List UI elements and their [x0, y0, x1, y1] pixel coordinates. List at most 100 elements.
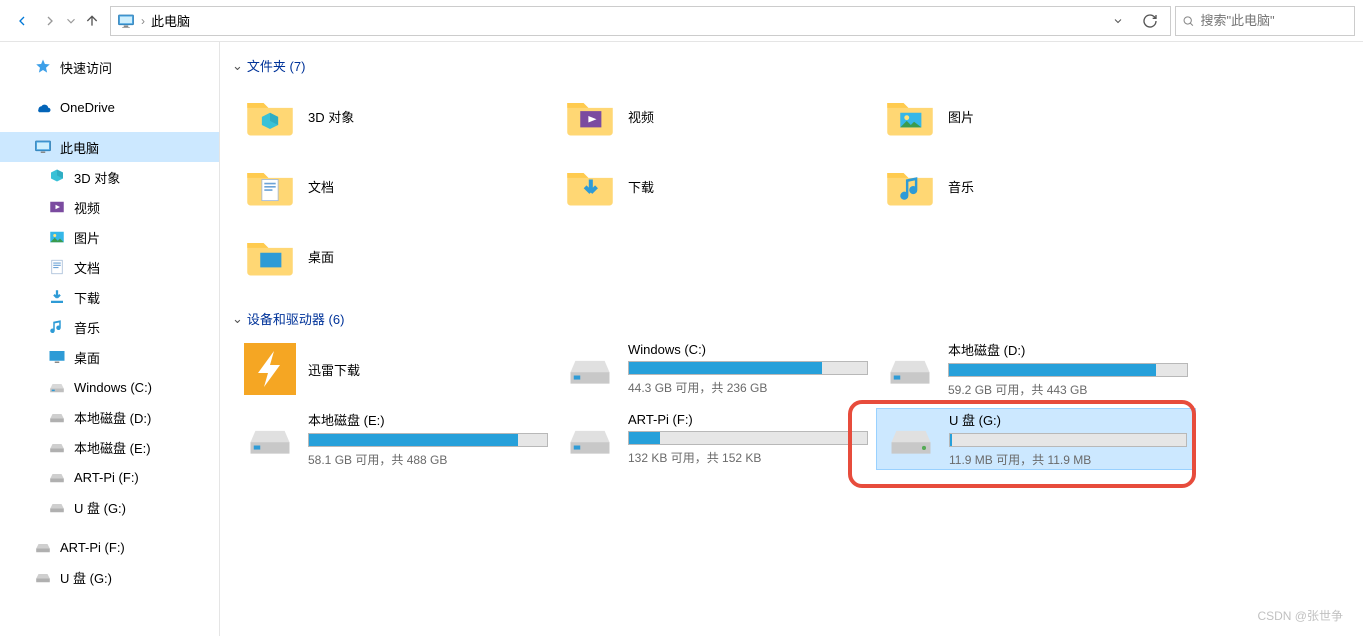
sidebar-item[interactable]: OneDrive	[0, 92, 219, 122]
sidebar-item[interactable]: 图片	[0, 222, 219, 252]
sidebar-item[interactable]: 3D 对象	[0, 162, 219, 192]
sidebar-item[interactable]: U 盘 (G:)	[0, 562, 219, 592]
cube-icon	[244, 90, 296, 142]
sidebar-item[interactable]: 桌面	[0, 342, 219, 372]
drive-item[interactable]: Windows (C:) 44.3 GB 可用，共 236 GB	[556, 338, 876, 400]
section-header-folders[interactable]: ⌄ 文件夹 (7)	[220, 50, 1363, 81]
disk-icon	[48, 378, 66, 396]
sidebar-item[interactable]: 快速访问	[0, 52, 219, 82]
sidebar-item-label: ART-Pi (F:)	[74, 470, 139, 485]
drive-name: 迅雷下载	[308, 360, 548, 379]
drive-item[interactable]: 本地磁盘 (E:) 58.1 GB 可用，共 488 GB	[236, 408, 556, 470]
drive-stats: 59.2 GB 可用，共 443 GB	[948, 381, 1188, 398]
drive-capacity-bar	[949, 433, 1187, 447]
refresh-button[interactable]	[1136, 7, 1164, 35]
folder-item[interactable]: 桌面	[236, 225, 556, 287]
section-title: 文件夹 (7)	[247, 56, 306, 75]
address-dropdown-button[interactable]	[1104, 7, 1132, 35]
sidebar-item[interactable]: 本地磁盘 (E:)	[0, 432, 219, 462]
drive-item[interactable]: ART-Pi (F:) 132 KB 可用，共 152 KB	[556, 408, 876, 470]
folder-label: 下载	[628, 177, 654, 196]
nav-forward-button[interactable]	[36, 7, 64, 35]
nav-recent-dropdown[interactable]	[64, 7, 78, 35]
picture-icon	[48, 228, 66, 246]
music-icon	[48, 318, 66, 336]
drive-name: 本地磁盘 (E:)	[308, 410, 548, 429]
sidebar-item-label: 文档	[74, 258, 100, 277]
sidebar-item-label: 桌面	[74, 348, 100, 367]
drive-name: ART-Pi (F:)	[628, 412, 868, 427]
nav-back-button[interactable]	[8, 7, 36, 35]
watermark: CSDN @张世争	[1257, 607, 1343, 624]
sidebar: 快速访问 OneDrive 此电脑 3D 对象视频图片文档下载音乐桌面 Windows …	[0, 42, 220, 636]
sidebar-item[interactable]: 视频	[0, 192, 219, 222]
sidebar-item[interactable]: 文档	[0, 252, 219, 282]
cube-icon	[48, 168, 66, 186]
xunlei-icon	[244, 347, 296, 391]
drive-item[interactable]: U 盘 (G:) 11.9 MB 可用，共 11.9 MB	[876, 408, 1196, 470]
drive-capacity-bar	[628, 431, 868, 445]
drive-capacity-bar	[628, 361, 868, 375]
drive-name: Windows (C:)	[628, 342, 868, 357]
thispc-icon	[117, 12, 135, 30]
hdd-icon	[34, 538, 52, 556]
breadcrumb-location[interactable]: 此电脑	[151, 11, 190, 30]
folder-label: 音乐	[948, 177, 974, 196]
doc-icon	[48, 258, 66, 276]
main-content: ⌄ 文件夹 (7) 3D 对象 视频 图片 文档 下载 音乐 桌面 ⌄ 设备和驱…	[220, 42, 1363, 636]
sidebar-item-label: ART-Pi (F:)	[60, 540, 125, 555]
disk-icon	[564, 417, 616, 461]
search-box[interactable]	[1175, 6, 1355, 36]
hdd-icon	[48, 468, 66, 486]
disk-icon	[244, 417, 296, 461]
search-input[interactable]	[1200, 13, 1348, 28]
folder-item[interactable]: 视频	[556, 85, 876, 147]
toolbar: › 此电脑	[0, 0, 1363, 42]
download-icon	[48, 288, 66, 306]
folder-item[interactable]: 3D 对象	[236, 85, 556, 147]
drive-name: U 盘 (G:)	[949, 410, 1187, 429]
chevron-down-icon: ⌄	[232, 311, 243, 327]
chevron-down-icon: ⌄	[232, 58, 243, 74]
nav-up-button[interactable]	[78, 7, 106, 35]
sidebar-item-label: 下载	[74, 288, 100, 307]
disk-icon	[564, 347, 616, 391]
sidebar-item-label: 此电脑	[60, 138, 99, 157]
drive-stats: 44.3 GB 可用，共 236 GB	[628, 379, 868, 396]
sidebar-item[interactable]: 下载	[0, 282, 219, 312]
star-icon	[34, 58, 52, 76]
sidebar-item-label: U 盘 (G:)	[60, 568, 112, 587]
sidebar-item[interactable]: 本地磁盘 (D:)	[0, 402, 219, 432]
sidebar-item-label: OneDrive	[60, 100, 115, 115]
music-icon	[884, 160, 936, 212]
section-title: 设备和驱动器 (6)	[247, 309, 345, 328]
folder-label: 桌面	[308, 247, 334, 266]
sidebar-item[interactable]: 此电脑	[0, 132, 219, 162]
sidebar-item-label: 本地磁盘 (D:)	[74, 408, 151, 427]
sidebar-item-label: 本地磁盘 (E:)	[74, 438, 151, 457]
sidebar-item[interactable]: 音乐	[0, 312, 219, 342]
sidebar-item[interactable]: ART-Pi (F:)	[0, 532, 219, 562]
folder-item[interactable]: 文档	[236, 155, 556, 217]
drive-item[interactable]: 迅雷下载	[236, 338, 556, 400]
section-header-drives[interactable]: ⌄ 设备和驱动器 (6)	[220, 303, 1363, 334]
address-bar[interactable]: › 此电脑	[110, 6, 1171, 36]
usb-icon	[885, 417, 937, 461]
sidebar-item-label: 视频	[74, 198, 100, 217]
sidebar-item[interactable]: U 盘 (G:)	[0, 492, 219, 522]
hdd-icon	[48, 408, 66, 426]
drive-item[interactable]: 本地磁盘 (D:) 59.2 GB 可用，共 443 GB	[876, 338, 1196, 400]
drive-stats: 58.1 GB 可用，共 488 GB	[308, 451, 548, 468]
desktop-icon	[48, 348, 66, 366]
folder-item[interactable]: 音乐	[876, 155, 1196, 217]
sidebar-item[interactable]: Windows (C:)	[0, 372, 219, 402]
drive-stats: 11.9 MB 可用，共 11.9 MB	[949, 451, 1187, 468]
drive-stats: 132 KB 可用，共 152 KB	[628, 449, 868, 466]
folder-item[interactable]: 图片	[876, 85, 1196, 147]
folder-item[interactable]: 下载	[556, 155, 876, 217]
hdd-icon	[48, 498, 66, 516]
disk-icon	[884, 347, 936, 391]
sidebar-item[interactable]: ART-Pi (F:)	[0, 462, 219, 492]
video-icon	[48, 198, 66, 216]
hdd-icon	[34, 568, 52, 586]
